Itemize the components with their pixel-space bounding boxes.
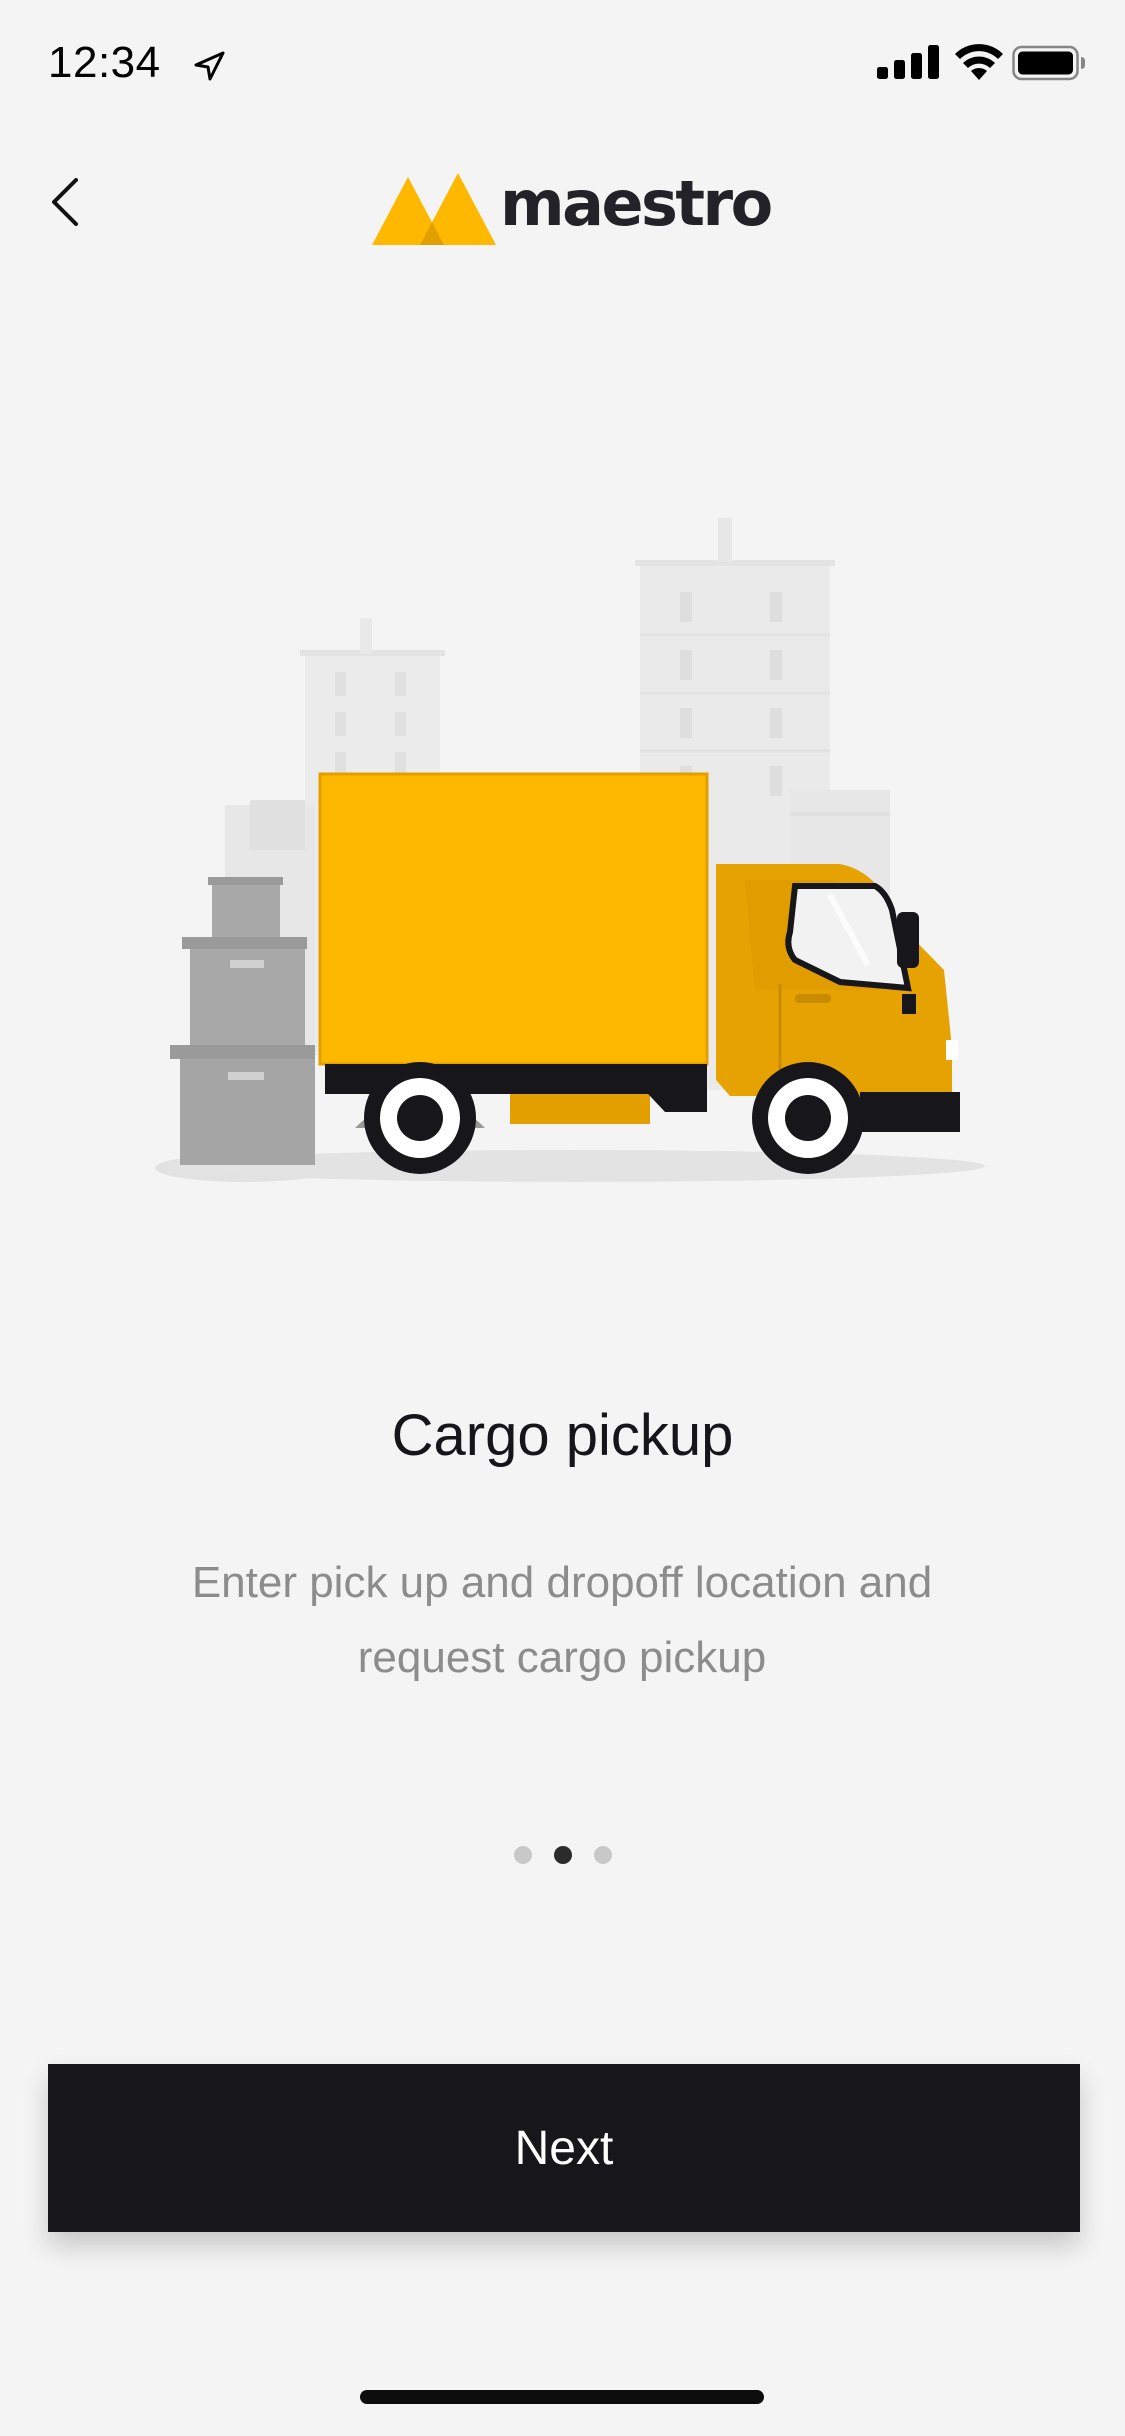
onboarding-title: Cargo pickup bbox=[391, 1403, 734, 1468]
maestro-logo: maestro bbox=[372, 158, 773, 248]
location-arrow-icon bbox=[194, 51, 225, 81]
back-button[interactable] bbox=[30, 162, 100, 242]
battery-icon bbox=[1012, 45, 1085, 81]
onboarding-description: Enter pick up and dropoff location and r… bbox=[191, 1558, 933, 1682]
logo-text: maestro bbox=[500, 167, 773, 240]
cellular-signal-icon bbox=[877, 45, 939, 79]
delivery-truck-illustration bbox=[155, 518, 985, 1182]
next-button[interactable]: Next bbox=[48, 2064, 1080, 2232]
page-indicator bbox=[0, 1845, 1125, 1865]
nav-header: maestro bbox=[0, 132, 1125, 272]
page-dot[interactable] bbox=[513, 1846, 532, 1864]
home-indicator bbox=[360, 2390, 764, 2404]
onboarding-screen: 12:34 maestro Cargo pickup Enter pick up… bbox=[0, 0, 1125, 2436]
status-bar: 12:34 bbox=[0, 0, 1125, 132]
maestro-logo-mark-icon bbox=[372, 173, 496, 245]
wifi-icon bbox=[955, 44, 1003, 80]
chevron-left-icon bbox=[52, 178, 78, 226]
status-time: 12:34 bbox=[48, 38, 161, 87]
page-dot[interactable] bbox=[593, 1846, 612, 1864]
page-dot-active[interactable] bbox=[553, 1846, 572, 1864]
